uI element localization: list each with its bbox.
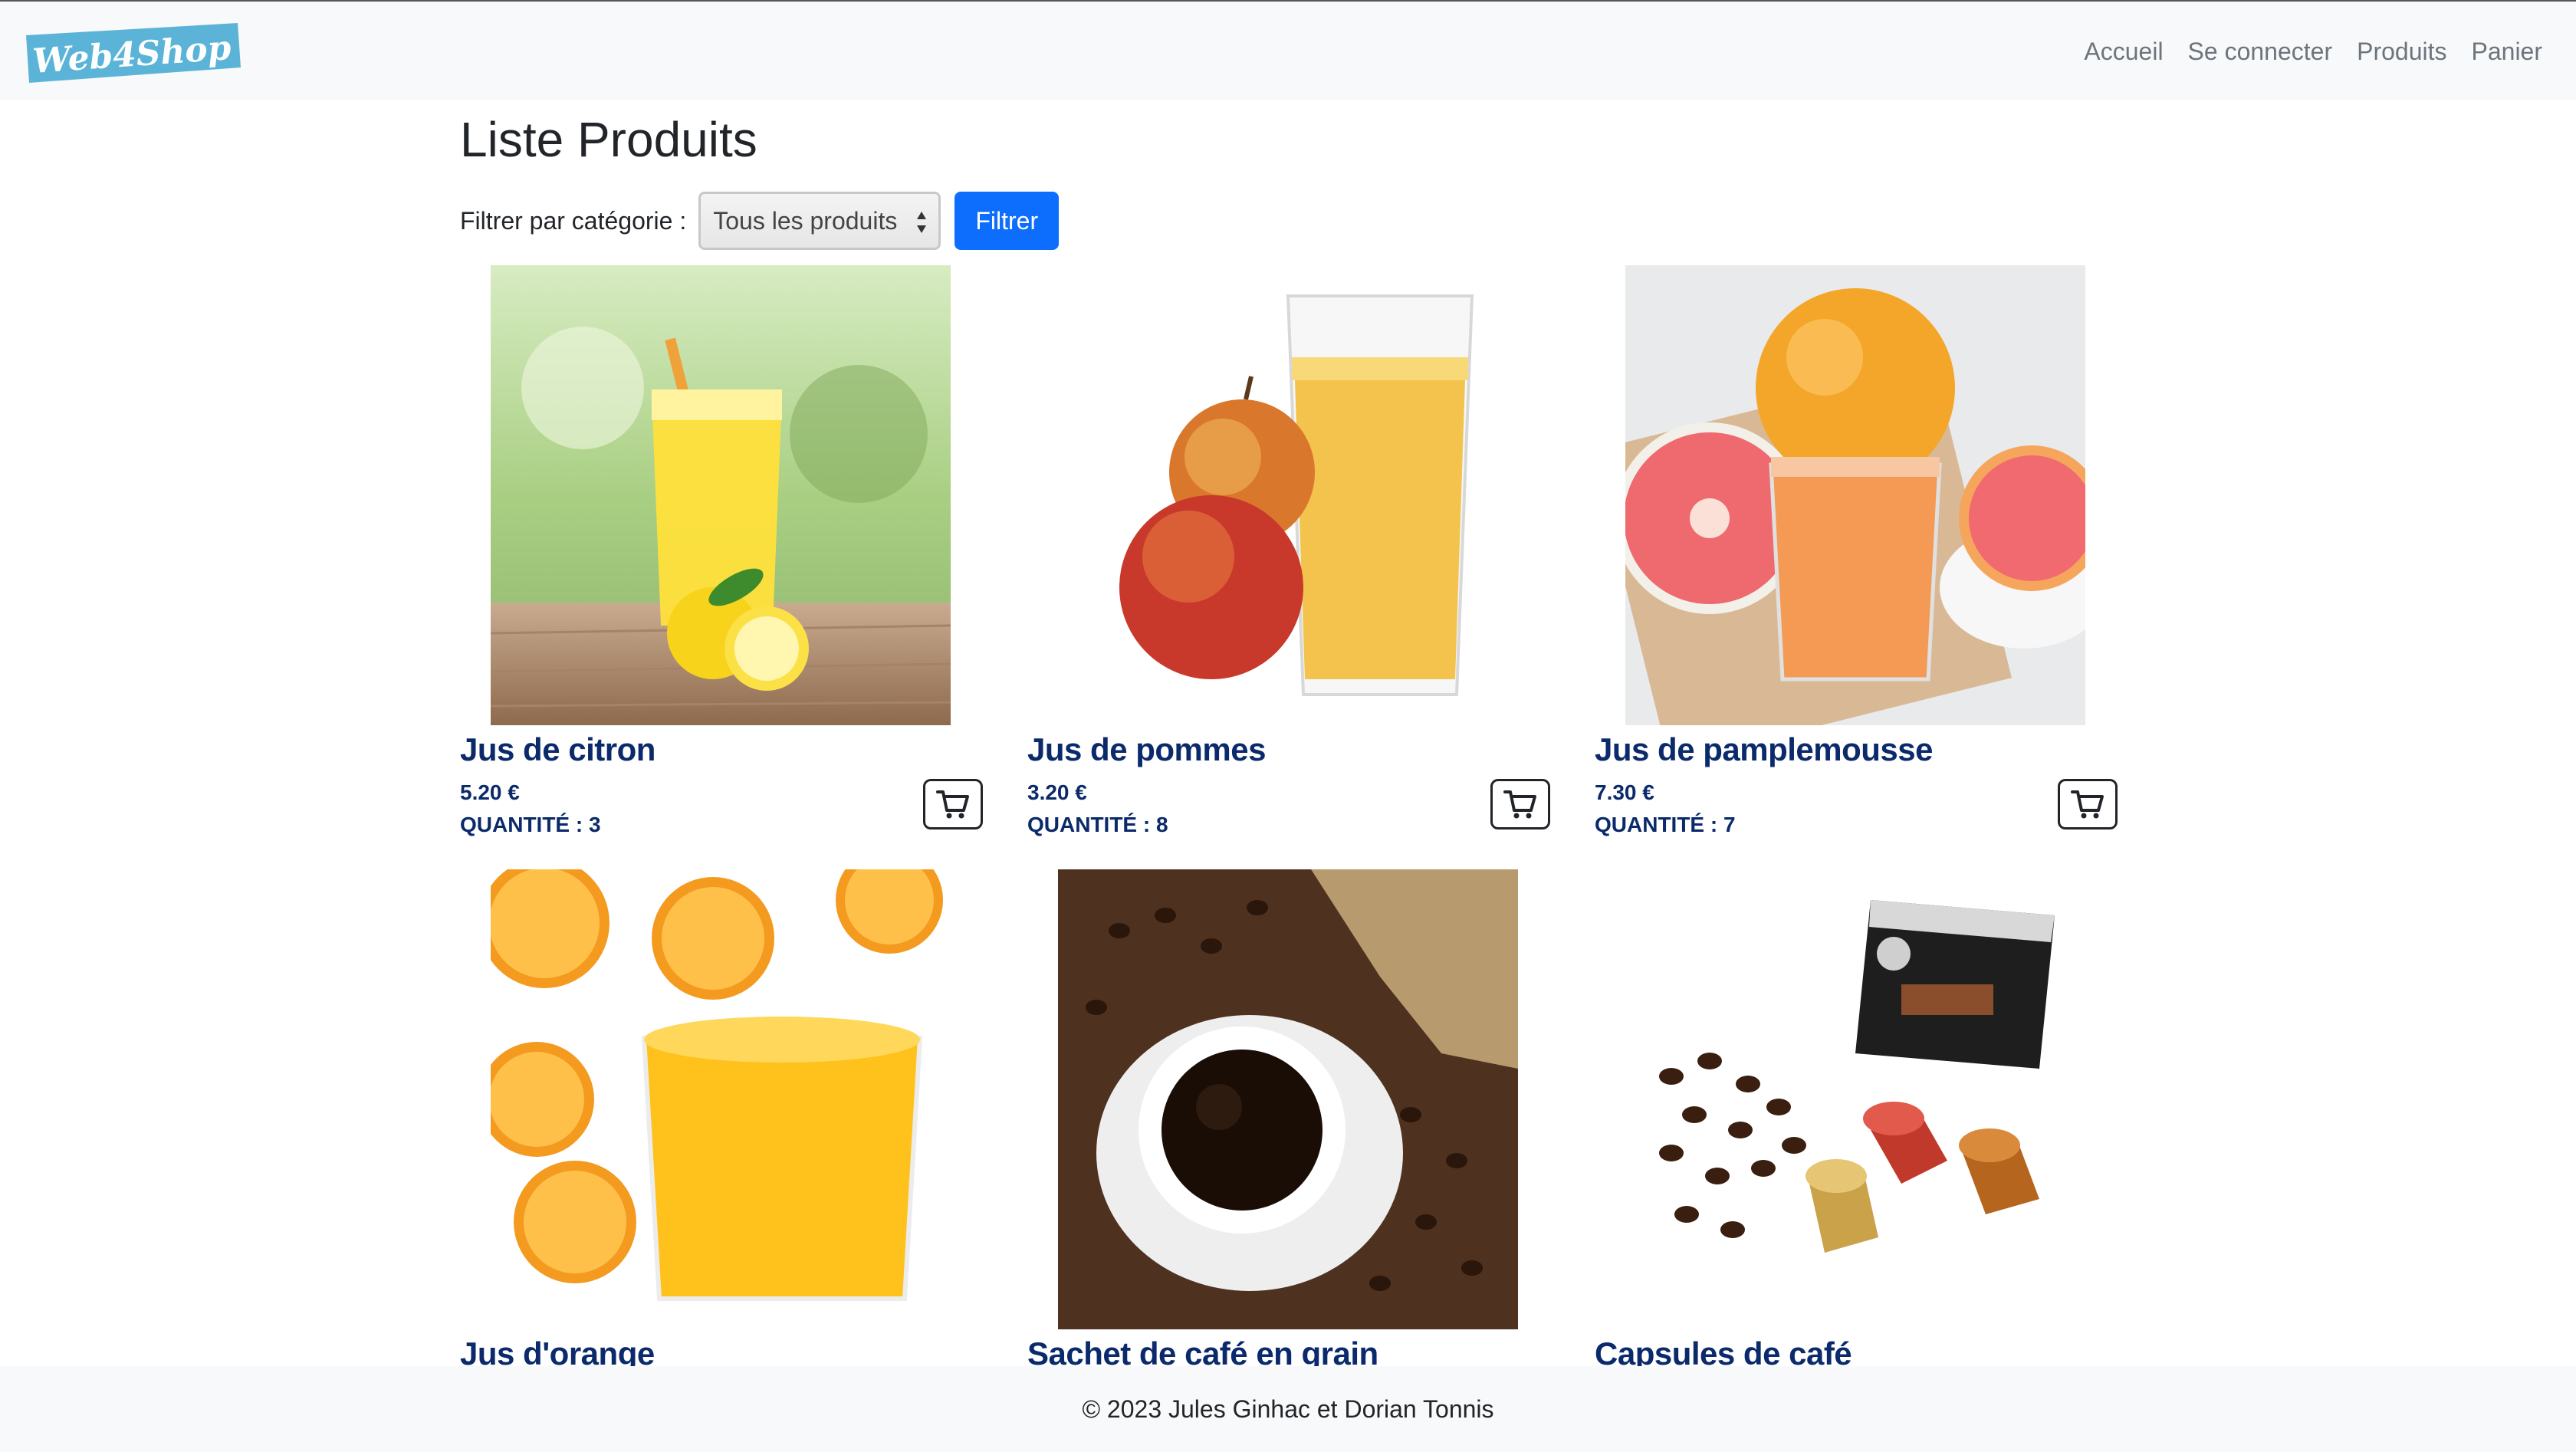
product-quantity: QUANTITÉ : 7 bbox=[1595, 813, 1736, 836]
nav-menu: Accueil Se connecter Produits Panier bbox=[2084, 2, 2542, 102]
select-arrows-icon bbox=[917, 212, 927, 233]
product-image[interactable] bbox=[1058, 869, 1518, 1329]
product-price: 3.20 € bbox=[1027, 780, 1087, 804]
add-to-cart-button[interactable] bbox=[1490, 779, 1550, 829]
product-name[interactable]: Jus de pommes bbox=[1027, 731, 1266, 768]
product-quantity: QUANTITÉ : 8 bbox=[1027, 813, 1168, 836]
cart-icon bbox=[2071, 790, 2104, 819]
page-title: Liste Produits bbox=[460, 112, 757, 167]
nav-link-produits[interactable]: Produits bbox=[2357, 38, 2446, 66]
cart-icon bbox=[1503, 790, 1536, 819]
footer-copyright: © 2023 Jules Ginhac et Dorian Tonnis bbox=[1082, 1395, 1494, 1423]
category-filter: Filtrer par catégorie : Tous les produit… bbox=[460, 190, 1060, 251]
nav-link-accueil[interactable]: Accueil bbox=[2084, 38, 2163, 66]
product-image[interactable] bbox=[1058, 265, 1518, 725]
category-select[interactable]: Tous les produits bbox=[698, 192, 941, 250]
nav-link-panier[interactable]: Panier bbox=[2472, 38, 2543, 66]
add-to-cart-button[interactable] bbox=[923, 779, 983, 829]
product-quantity: QUANTITÉ : 3 bbox=[460, 813, 601, 836]
product-image[interactable] bbox=[491, 265, 951, 725]
brand-logo[interactable]: Web4Shop bbox=[23, 21, 242, 84]
product-image[interactable] bbox=[491, 869, 951, 1329]
footer: © 2023 Jules Ginhac et Dorian Tonnis bbox=[0, 1366, 2576, 1452]
product-name[interactable]: Jus de citron bbox=[460, 731, 656, 768]
product-image[interactable] bbox=[1625, 265, 2085, 725]
brand-logo-image: Web4Shop bbox=[26, 23, 241, 83]
filter-button[interactable]: Filtrer bbox=[955, 192, 1060, 250]
product-name[interactable]: Jus de pamplemousse bbox=[1595, 731, 1934, 768]
product-image[interactable] bbox=[1625, 869, 2085, 1329]
nav-link-se-connecter[interactable]: Se connecter bbox=[2188, 38, 2333, 66]
product-price: 7.30 € bbox=[1595, 780, 1654, 804]
product-price: 5.20 € bbox=[460, 780, 520, 804]
cart-icon bbox=[936, 790, 969, 819]
add-to-cart-button[interactable] bbox=[2058, 779, 2118, 829]
category-select-value: Tous les produits bbox=[713, 206, 898, 235]
navbar: Web4Shop Accueil Se connecter Produits P… bbox=[0, 0, 2576, 100]
filter-label: Filtrer par catégorie : bbox=[460, 206, 687, 235]
